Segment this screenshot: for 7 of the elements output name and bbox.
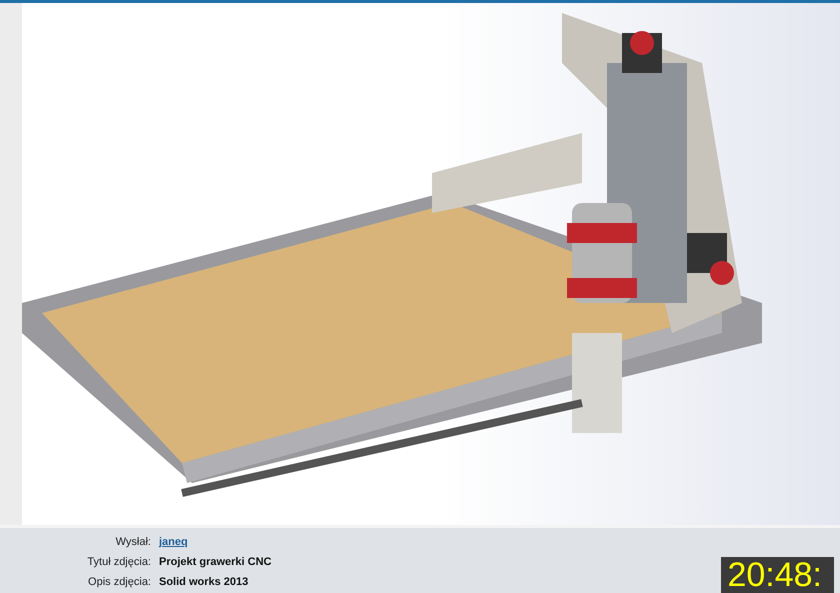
field-label: Opis zdjęcia: bbox=[87, 575, 151, 589]
field-label: Wysłał: bbox=[114, 535, 151, 549]
author-link[interactable]: janeq bbox=[159, 535, 188, 549]
field-label: Tytuł zdjęcia: bbox=[86, 555, 151, 569]
field-value: Solid works 2013 bbox=[159, 575, 248, 589]
clock-overlay: 20:48: bbox=[721, 557, 834, 593]
field-value: Projekt grawerki CNC bbox=[159, 555, 272, 569]
